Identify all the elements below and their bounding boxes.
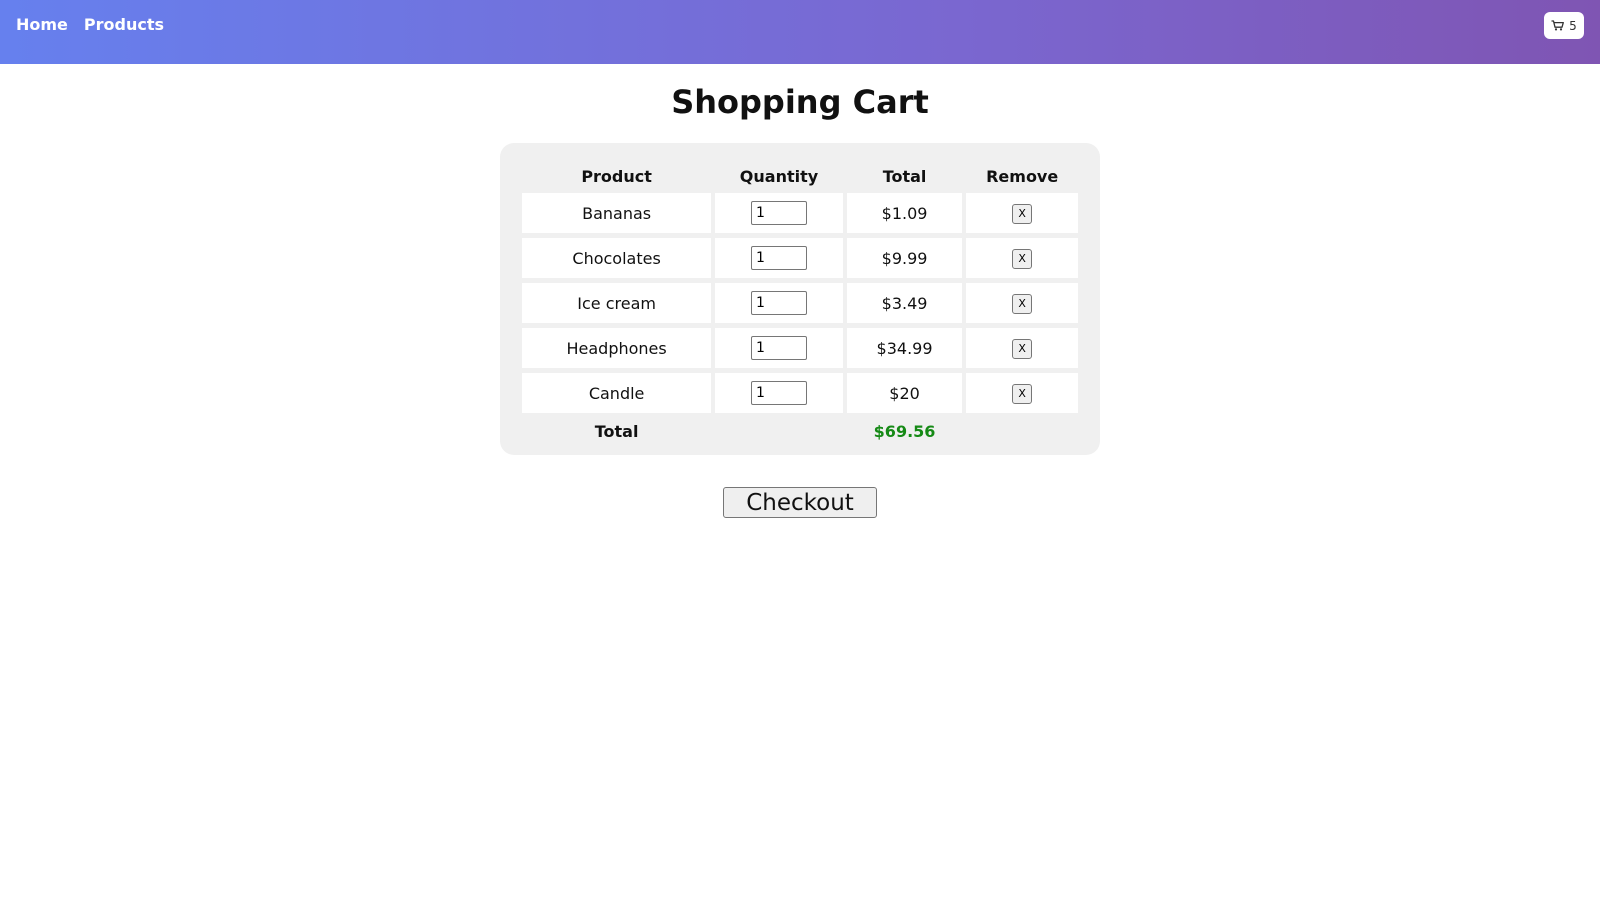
cart-count: 5 [1569,18,1577,33]
table-row: Bananas $1.09 X [522,193,1078,233]
line-total: $3.49 [846,283,963,323]
product-name: Headphones [522,328,712,368]
remove-button[interactable]: X [1012,384,1033,404]
quantity-cell [715,193,843,233]
table-row: Ice cream $3.49 X [522,283,1078,323]
quantity-input[interactable] [751,291,807,315]
cart-table: Product Quantity Total Remove Bananas $1… [518,159,1082,449]
quantity-input[interactable] [751,336,807,360]
cart-button[interactable]: 5 [1544,12,1584,39]
remove-button[interactable]: X [1012,204,1033,224]
remove-button[interactable]: X [1012,249,1033,269]
remove-cell: X [966,328,1078,368]
page-title: Shopping Cart [671,83,929,121]
total-spacer [966,418,1078,444]
remove-button[interactable]: X [1012,339,1033,359]
quantity-cell [715,328,843,368]
product-name: Ice cream [522,283,712,323]
quantity-input[interactable] [751,201,807,225]
nav-link-home[interactable]: Home [16,15,68,35]
product-name: Bananas [522,193,712,233]
line-total: $34.99 [846,328,963,368]
checkout-button[interactable]: Checkout [723,487,877,518]
product-name: Chocolates [522,238,712,278]
top-navbar: Home Products 5 [0,0,1600,64]
total-label: Total [594,421,639,441]
quantity-input[interactable] [751,246,807,270]
remove-cell: X [966,283,1078,323]
quantity-cell [715,283,843,323]
table-header-row: Product Quantity Total Remove [522,164,1078,188]
product-name: Candle [522,373,712,413]
table-row: Candle $20 X [522,373,1078,413]
line-total: $9.99 [846,238,963,278]
table-row: Chocolates $9.99 X [522,238,1078,278]
header-product: Product [581,166,652,186]
quantity-cell [715,373,843,413]
remove-button[interactable]: X [1012,294,1033,314]
header-quantity: Quantity [739,166,819,186]
cart-panel: Product Quantity Total Remove Bananas $1… [500,143,1100,455]
main-nav: Home Products [16,15,164,35]
line-total: $20 [846,373,963,413]
remove-cell: X [966,373,1078,413]
header-remove: Remove [986,166,1059,186]
shopping-cart-icon [1551,20,1565,31]
remove-cell: X [966,193,1078,233]
header-total: Total [882,166,927,186]
nav-link-products[interactable]: Products [84,15,164,35]
quantity-input[interactable] [751,381,807,405]
remove-cell: X [966,238,1078,278]
grand-total: $69.56 [873,421,936,441]
line-total: $1.09 [846,193,963,233]
total-row: Total $69.56 [522,418,1078,444]
total-spacer [715,418,843,444]
quantity-cell [715,238,843,278]
table-row: Headphones $34.99 X [522,328,1078,368]
